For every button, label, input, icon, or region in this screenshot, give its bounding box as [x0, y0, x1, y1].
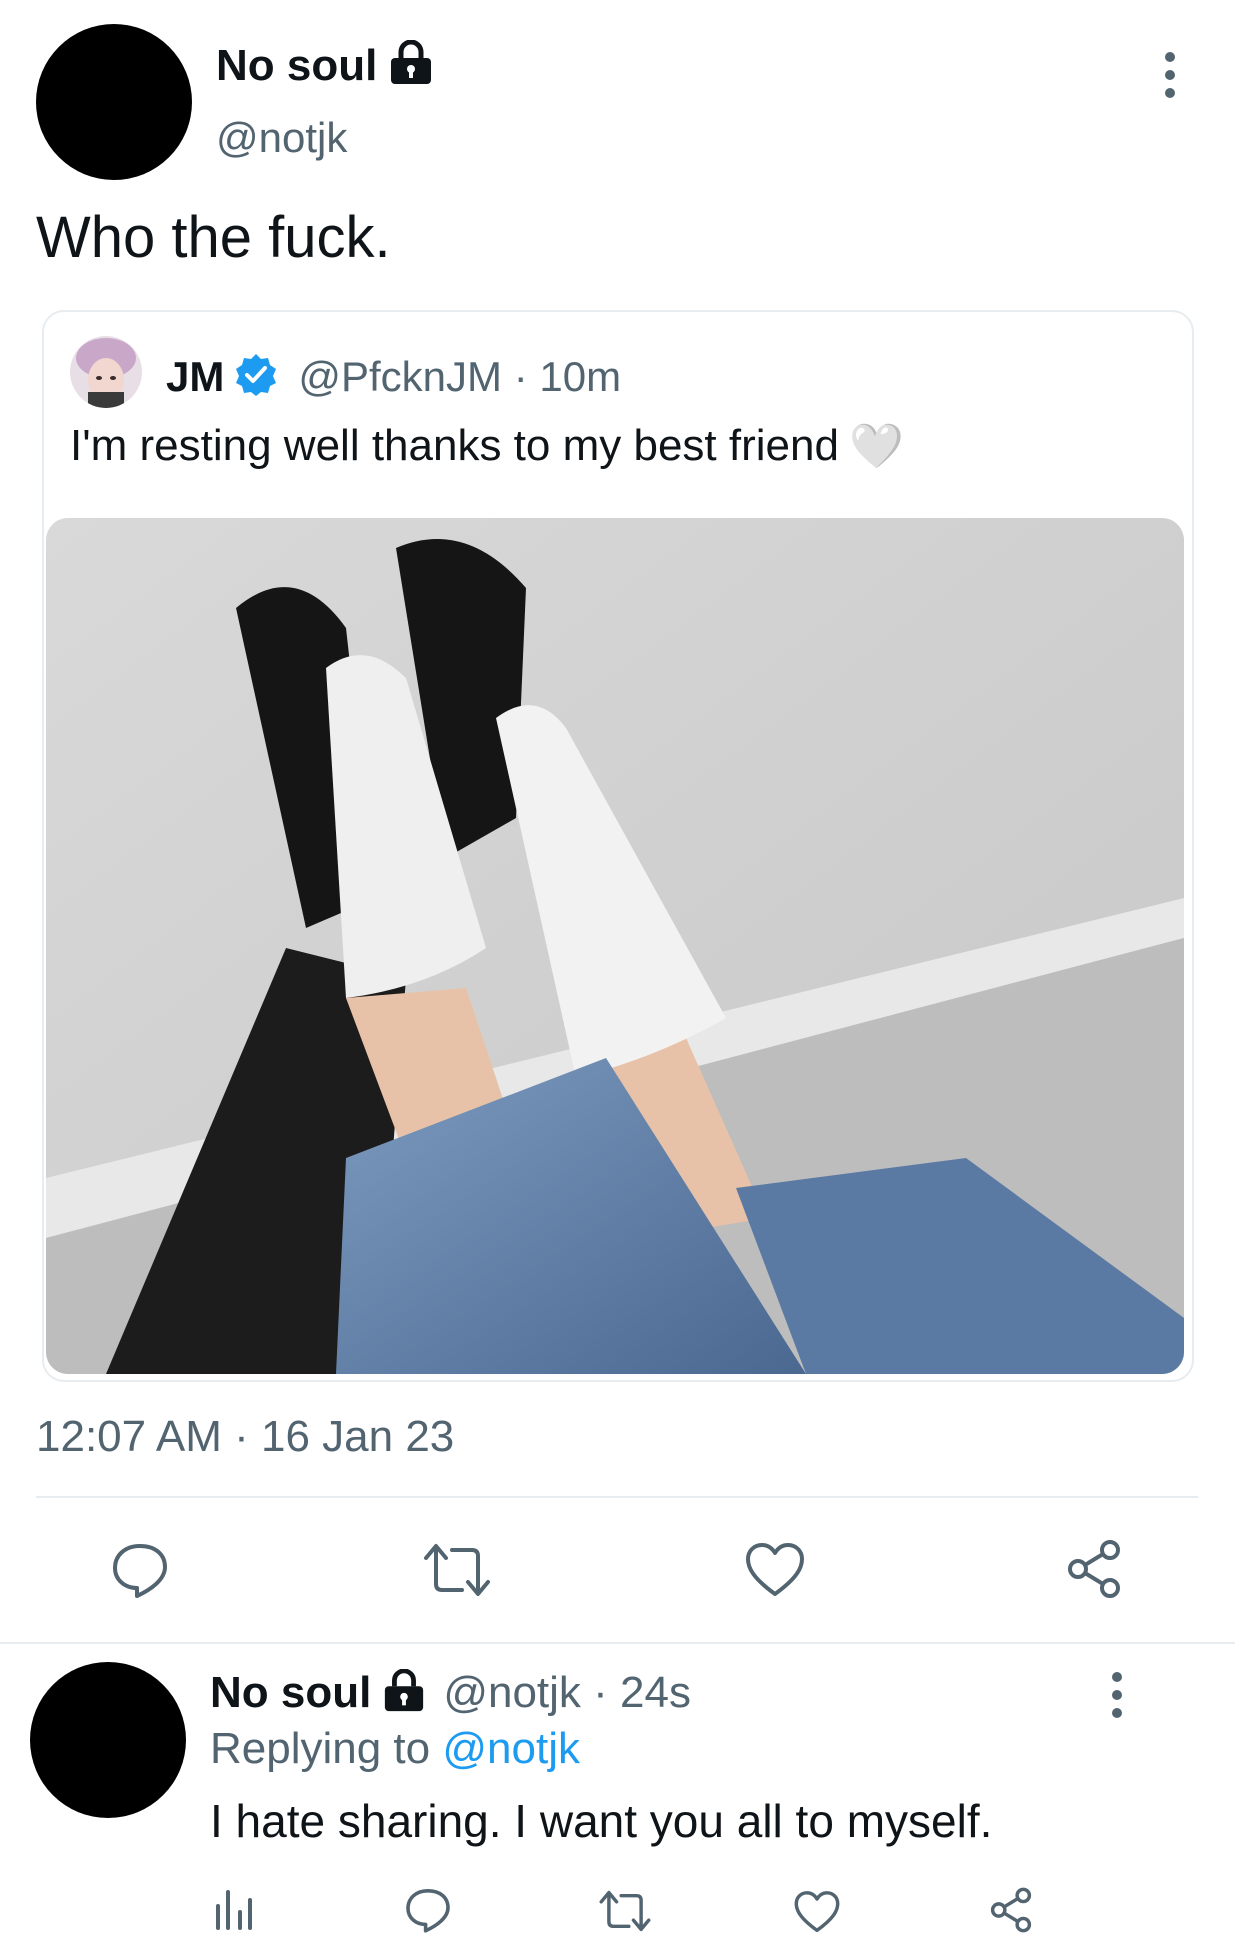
- quoted-handle-time: @PfcknJM · 10m: [298, 352, 622, 400]
- replying-to-label: Replying to: [210, 1724, 431, 1773]
- quoted-tweet-card[interactable]: JM @PfcknJM · 10m I'm resting well thank…: [42, 310, 1194, 1382]
- analytics-button[interactable]: [214, 1886, 254, 1930]
- white-heart-emoji: 🤍: [848, 422, 904, 471]
- reply-button[interactable]: [404, 1886, 452, 1934]
- share-icon: [990, 1887, 1032, 1933]
- reply-display-name[interactable]: No soul: [210, 1668, 371, 1718]
- retweet-icon: [599, 1890, 651, 1932]
- share-icon: [1068, 1540, 1120, 1598]
- reply-icon: [113, 1544, 167, 1598]
- reply-button[interactable]: [110, 1540, 170, 1600]
- lock-icon: [381, 1668, 427, 1718]
- divider: [36, 1496, 1198, 1498]
- share-button[interactable]: [988, 1886, 1034, 1934]
- reply-icon: [406, 1889, 450, 1933]
- quoted-display-name[interactable]: JM: [166, 353, 224, 401]
- like-button[interactable]: [745, 1542, 805, 1598]
- reply-author-avatar[interactable]: [30, 1662, 186, 1818]
- analytics-icon: [216, 1890, 252, 1930]
- quoted-tweet-photo[interactable]: [46, 518, 1184, 1374]
- verified-badge-icon: [234, 352, 278, 401]
- quoted-text-row: I'm resting well thanks to my best frien…: [70, 420, 904, 472]
- reply-handle-time: @notjk · 24s: [443, 1668, 691, 1717]
- replying-to-row: Replying to @notjk: [210, 1724, 580, 1774]
- reply-name-row: No soul @notjk · 24s: [210, 1668, 691, 1718]
- like-icon: [794, 1891, 840, 1933]
- like-icon: [746, 1543, 804, 1596]
- author-handle[interactable]: @notjk: [216, 114, 347, 162]
- more-vertical-icon[interactable]: [1107, 1672, 1127, 1718]
- retweet-button[interactable]: [422, 1540, 492, 1600]
- lock-icon: [387, 39, 435, 91]
- quoted-avatar[interactable]: [70, 336, 142, 408]
- author-avatar[interactable]: [36, 24, 192, 180]
- retweet-icon: [424, 1544, 490, 1596]
- more-vertical-icon[interactable]: [1160, 52, 1180, 98]
- quoted-name-row: JM @PfcknJM · 10m: [166, 352, 621, 401]
- tweet-text: Who the fuck.: [36, 205, 391, 270]
- author-name-row[interactable]: No soul: [216, 39, 435, 91]
- author-display-name: No soul: [216, 40, 378, 90]
- replying-to-handle-link[interactable]: @notjk: [442, 1724, 580, 1773]
- like-button[interactable]: [794, 1890, 840, 1934]
- share-button[interactable]: [1064, 1538, 1124, 1600]
- reply-text: I hate sharing. I want you all to myself…: [210, 1795, 993, 1847]
- quoted-text: I'm resting well thanks to my best frien…: [70, 421, 839, 470]
- divider: [0, 1642, 1235, 1644]
- retweet-button[interactable]: [598, 1888, 652, 1934]
- tweet-timestamp[interactable]: 12:07 AM · 16 Jan 23: [36, 1412, 454, 1462]
